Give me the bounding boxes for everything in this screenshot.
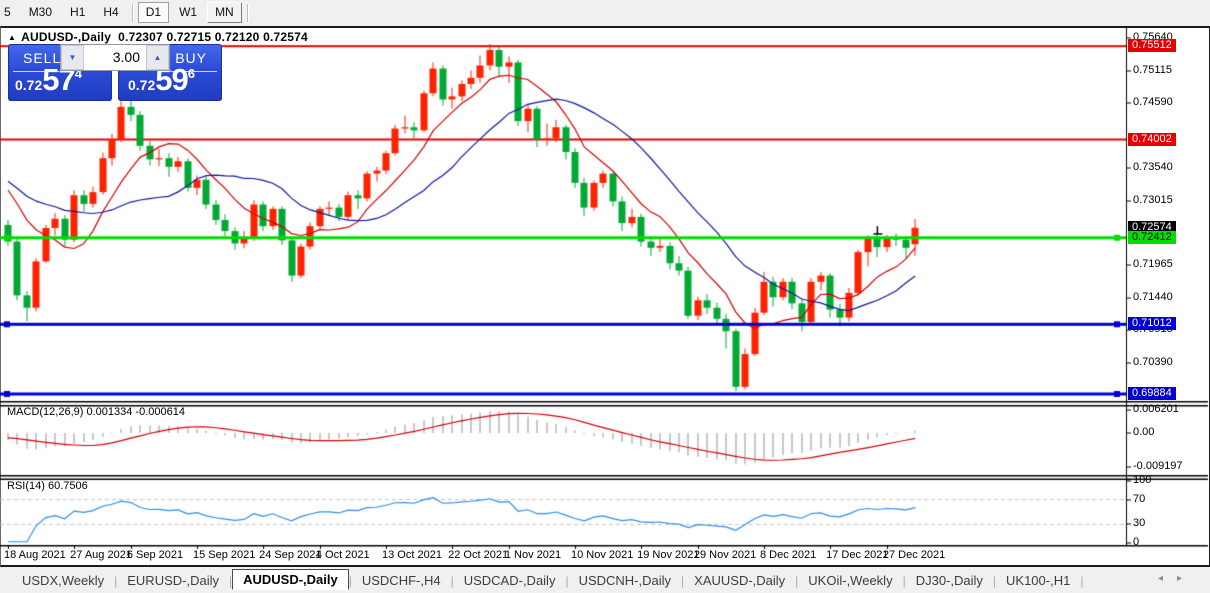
volume-box: ▼ 3.00 ▲ bbox=[60, 44, 170, 71]
collapse-triangle-icon[interactable]: ▲ bbox=[8, 33, 16, 42]
tab-dj30-daily[interactable]: DJ30-,Daily bbox=[906, 571, 993, 590]
mt4-window: 5M30H1H4 D1W1MN ▲ AUDUSD-,Daily 0.72307 0.… bbox=[0, 0, 1210, 593]
tab-uk100-h1[interactable]: UK100-,H1 bbox=[996, 571, 1080, 590]
date-tick-label: 17 Dec 2021 bbox=[826, 549, 888, 561]
tab-audusd-daily[interactable]: AUDUSD-,Daily bbox=[232, 569, 349, 590]
price-badge-red: 0.75512 bbox=[1128, 39, 1176, 52]
date-tick-label: 22 Oct 2021 bbox=[448, 549, 508, 561]
price-badge-red: 0.74002 bbox=[1128, 133, 1176, 146]
buy-price-small: 0.72 bbox=[128, 77, 155, 93]
volume-increase-button[interactable]: ▲ bbox=[146, 45, 169, 70]
tab-ukoil-weekly[interactable]: UKOil-,Weekly bbox=[798, 571, 902, 590]
date-tick-label: 27 Aug 2021 bbox=[70, 549, 132, 561]
tab-scroll-right-icon[interactable]: ▸ bbox=[1177, 573, 1196, 584]
timeframe-button-5[interactable]: 5 bbox=[0, 2, 19, 23]
tab-scroll-arrows: ◂▸ bbox=[1158, 573, 1196, 584]
timeframe-button-h1[interactable]: H1 bbox=[62, 2, 93, 23]
rsi-tick-label: 30 bbox=[1133, 517, 1145, 530]
price-tick-label: 0.71440 bbox=[1133, 291, 1173, 304]
price-tick-label: 0.71965 bbox=[1133, 258, 1173, 271]
one-click-trading-panel: SELL 0.72574 BUY 0.72596 ▼ 3.00 ▲ bbox=[8, 44, 222, 101]
rsi-label: RSI(14) 60.7506 bbox=[7, 480, 88, 492]
date-tick-label: 8 Dec 2021 bbox=[760, 549, 816, 561]
price-badge-blue: 0.71012 bbox=[1128, 317, 1176, 330]
timeframe-button-h4[interactable]: H4 bbox=[95, 2, 126, 23]
date-tick-label: 4 Oct 2021 bbox=[316, 549, 370, 561]
date-tick-label: 10 Nov 2021 bbox=[571, 549, 633, 561]
toolbar-separator bbox=[132, 4, 133, 22]
rsi-tick-label: 100 bbox=[1133, 474, 1151, 487]
chart-title: ▲ AUDUSD-,Daily 0.72307 0.72715 0.72120 0… bbox=[8, 30, 308, 44]
toolbar-separator bbox=[247, 4, 248, 22]
volume-decrease-button[interactable]: ▼ bbox=[61, 45, 84, 70]
date-tick-label: 1 Nov 2021 bbox=[505, 549, 561, 561]
date-tick-label: 13 Oct 2021 bbox=[382, 549, 442, 561]
buy-price-sup: 6 bbox=[188, 66, 195, 81]
date-tick-label: 29 Nov 2021 bbox=[694, 549, 756, 561]
timeframe-button-d1[interactable]: D1 bbox=[138, 2, 169, 23]
price-tick-label: 0.73015 bbox=[1133, 194, 1173, 207]
macd-label: MACD(12,26,9) 0.001334 -0.000614 bbox=[7, 406, 185, 418]
price-tick-label: 0.70390 bbox=[1133, 356, 1173, 369]
volume-input[interactable]: 3.00 bbox=[84, 45, 146, 70]
timeframe-toolbar: 5M30H1H4 D1W1MN bbox=[0, 0, 1210, 25]
date-tick-label: 27 Dec 2021 bbox=[883, 549, 945, 561]
tab-xauusd-daily[interactable]: XAUUSD-,Daily bbox=[684, 571, 795, 590]
tab-usdchf-h4[interactable]: USDCHF-,H4 bbox=[352, 571, 451, 590]
price-badge-green: 0.72412 bbox=[1128, 231, 1176, 244]
timeframe-button-m30[interactable]: M30 bbox=[21, 2, 60, 23]
date-tick-label: 15 Sep 2021 bbox=[193, 549, 255, 561]
price-tick-label: 0.75115 bbox=[1133, 64, 1172, 77]
tab-scroll-left-icon[interactable]: ◂ bbox=[1158, 573, 1177, 584]
chart-tab-bar: USDX,Weekly|EURUSD-,Daily|AUDUSD-,Daily|… bbox=[0, 568, 1210, 593]
price-tick-label: 0.74590 bbox=[1133, 96, 1173, 109]
tab-usdcnh-daily[interactable]: USDCNH-,Daily bbox=[569, 571, 681, 590]
date-tick-label: 24 Sep 2021 bbox=[259, 549, 321, 561]
chart-ohlc-values: 0.72307 0.72715 0.72120 0.72574 bbox=[118, 30, 308, 44]
rsi-tick-label: 0 bbox=[1133, 536, 1139, 549]
tab-usdcad-daily[interactable]: USDCAD-,Daily bbox=[454, 571, 566, 590]
date-tick-label: 18 Aug 2021 bbox=[4, 549, 66, 561]
date-tick-label: 6 Sep 2021 bbox=[127, 549, 183, 561]
price-tick-label: 0.73540 bbox=[1133, 161, 1173, 174]
chart-symbol-label: AUDUSD-,Daily bbox=[21, 30, 111, 44]
date-tick-label: 19 Nov 2021 bbox=[637, 549, 699, 561]
macd-tick-label: 0.006201 bbox=[1133, 403, 1179, 416]
tab-eurusd-daily[interactable]: EURUSD-,Daily bbox=[117, 571, 229, 590]
macd-tick-label: -0.009197 bbox=[1133, 460, 1183, 473]
timeframe-button-mn[interactable]: MN bbox=[207, 2, 242, 23]
macd-tick-label: 0.00 bbox=[1133, 426, 1154, 439]
price-badge-blue: 0.69884 bbox=[1128, 387, 1176, 400]
chart-canvas[interactable] bbox=[0, 26, 1210, 567]
tab-usdx-weekly[interactable]: USDX,Weekly bbox=[12, 571, 114, 590]
timeframe-button-w1[interactable]: W1 bbox=[171, 2, 205, 23]
sell-price-small: 0.72 bbox=[15, 77, 42, 93]
tab-separator: | bbox=[1080, 574, 1083, 588]
rsi-tick-label: 70 bbox=[1133, 493, 1145, 506]
